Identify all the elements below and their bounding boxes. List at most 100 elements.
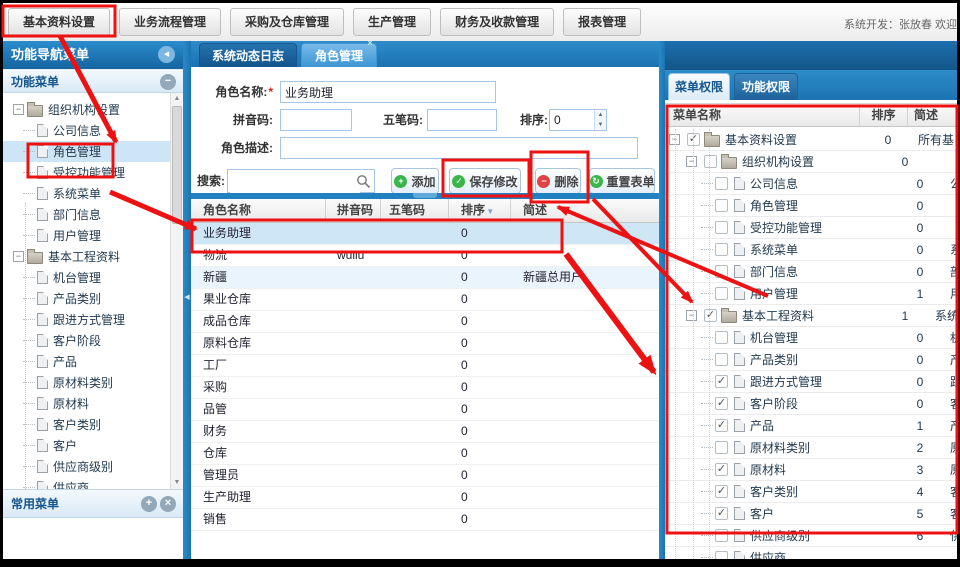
checkbox[interactable]	[715, 529, 728, 542]
top-menu-item[interactable]: 业务流程管理	[119, 8, 221, 36]
checkbox[interactable]: ✓	[715, 485, 728, 498]
scrollbar-thumb[interactable]	[172, 106, 182, 224]
sidebar-tree-item[interactable]: 客户阶段	[3, 330, 170, 351]
sidebar-tree-item[interactable]: 客户类别	[3, 414, 170, 435]
sidebar-section-bar[interactable]: 功能菜单 −	[3, 69, 183, 93]
table-row[interactable]: 果业仓库0	[191, 289, 659, 311]
collapse-all-icon[interactable]: −	[160, 74, 176, 90]
expand-icon[interactable]: −	[13, 104, 24, 115]
pinyin-input[interactable]	[280, 109, 352, 131]
table-row[interactable]: 品管0	[191, 399, 659, 421]
remove-favorite-icon[interactable]: ×	[160, 496, 176, 512]
sidebar-tree-item[interactable]: 用户管理	[3, 225, 170, 246]
sidebar-collapse-icon[interactable]: ◀	[158, 46, 175, 63]
table-row[interactable]: 财务0	[191, 421, 659, 443]
sidebar-scrollbar[interactable]: ▲ ▼	[170, 93, 183, 489]
scroll-up-icon[interactable]: ▲	[171, 93, 183, 105]
sidebar-tree-item[interactable]: 系统菜单	[3, 183, 170, 204]
column-header[interactable]: 角色名称	[191, 199, 326, 222]
column-header[interactable]: 排序	[860, 104, 908, 127]
wubi-input[interactable]	[427, 109, 497, 131]
checkbox[interactable]	[704, 155, 717, 168]
tab-close-icon[interactable]: ×	[367, 39, 373, 49]
column-header[interactable]: 简述	[908, 104, 957, 127]
add-button[interactable]: + 添加	[391, 168, 439, 194]
search-input[interactable]	[230, 171, 360, 193]
checkbox[interactable]	[715, 287, 728, 300]
sidebar-tree-item[interactable]: 原材料	[3, 393, 170, 414]
table-row[interactable]: 管理员0	[191, 465, 659, 487]
checkbox[interactable]: ✓	[715, 375, 728, 388]
column-header[interactable]: 菜单名称	[665, 104, 860, 127]
checkbox[interactable]	[715, 551, 728, 559]
checkbox[interactable]	[715, 441, 728, 454]
sidebar-tree-item[interactable]: 受控功能管理	[3, 162, 170, 183]
expand-icon[interactable]: −	[13, 251, 24, 262]
column-header[interactable]: 简述	[511, 199, 659, 222]
add-favorite-icon[interactable]: +	[141, 496, 157, 512]
checkbox[interactable]: ✓	[715, 419, 728, 432]
top-menu-item[interactable]: 基本资料设置	[8, 8, 110, 36]
table-row[interactable]: 采购0	[191, 377, 659, 399]
sidebar-tree-item[interactable]: 角色管理	[3, 141, 170, 162]
top-menu-item[interactable]: 采购及仓库管理	[230, 8, 344, 36]
sidebar-tree-item[interactable]: 公司信息	[3, 120, 170, 141]
spin-up-icon[interactable]: ▲	[595, 110, 606, 120]
table-row[interactable]: 生产助理0	[191, 487, 659, 509]
sidebar-tree-item[interactable]: 产品	[3, 351, 170, 372]
table-row[interactable]: 原料仓库0	[191, 333, 659, 355]
spin-down-icon[interactable]: ▼	[595, 120, 606, 130]
table-row[interactable]: 成品仓库0	[191, 311, 659, 333]
table-row[interactable]: 销售0	[191, 509, 659, 531]
top-menu-item[interactable]: 报表管理	[563, 8, 641, 36]
table-row[interactable]: 物流wuliu0	[191, 245, 659, 267]
sidebar-tree-item[interactable]: 供应商	[3, 477, 170, 489]
sidebar-tree-item[interactable]: 原材料类别	[3, 372, 170, 393]
checkbox[interactable]: ✓	[715, 463, 728, 476]
sidebar-bottom-bar[interactable]: 常用菜单 + ×	[3, 489, 183, 518]
checkbox[interactable]: ✓	[704, 309, 717, 322]
column-header[interactable]: 拼音码	[326, 199, 381, 222]
reset-button[interactable]: ↻ 重置表单	[589, 168, 655, 194]
checkbox[interactable]	[715, 331, 728, 344]
sidebar-tree-item[interactable]: 部门信息	[3, 204, 170, 225]
top-menu-item[interactable]: 财务及收款管理	[440, 8, 554, 36]
sidebar-tree-item[interactable]: 产品类别	[3, 288, 170, 309]
top-menu-item[interactable]: 生产管理	[353, 8, 431, 36]
sort-spinner[interactable]: ▲▼	[594, 109, 607, 131]
search-icon[interactable]	[356, 174, 371, 189]
sidebar-tree-item[interactable]: 客户	[3, 435, 170, 456]
checkbox[interactable]	[715, 221, 728, 234]
scroll-down-icon[interactable]: ▼	[171, 477, 183, 489]
expand-icon[interactable]: −	[686, 310, 697, 321]
checkbox[interactable]	[715, 177, 728, 190]
checkbox[interactable]	[715, 199, 728, 212]
checkbox[interactable]	[715, 265, 728, 278]
column-header[interactable]: 五笔码	[381, 199, 449, 222]
role-name-input[interactable]	[280, 81, 496, 103]
sidebar-tree-item[interactable]: 供应商级别	[3, 456, 170, 477]
checkbox[interactable]	[715, 353, 728, 366]
table-row[interactable]: 工厂0	[191, 355, 659, 377]
delete-button[interactable]: − 删除	[535, 168, 581, 194]
table-row[interactable]: 仓库0	[191, 443, 659, 465]
save-button[interactable]: ✓ 保存修改	[449, 168, 521, 194]
tab-system-log[interactable]: 系统动态日志	[199, 43, 297, 67]
checkbox[interactable]: ✓	[715, 507, 728, 520]
checkbox[interactable]: ✓	[715, 397, 728, 410]
sidebar-tree-item[interactable]: 机台管理	[3, 267, 170, 288]
sidebar-tree-item[interactable]: −基本工程资料	[3, 246, 170, 267]
role-desc-input[interactable]	[280, 137, 638, 159]
expand-icon[interactable]: −	[686, 156, 697, 167]
collapse-notch-icon[interactable]	[413, 193, 437, 198]
splitter-collapse-icon[interactable]: ◀	[183, 293, 191, 303]
checkbox[interactable]	[715, 243, 728, 256]
sidebar-tree-item[interactable]: −组织机构设置	[3, 99, 170, 120]
sidebar-tree-item[interactable]: 跟进方式管理	[3, 309, 170, 330]
table-row[interactable]: 业务助理0	[191, 223, 659, 245]
table-row[interactable]: 新疆0新疆总用户	[191, 267, 659, 289]
tab-function-permission[interactable]: 功能权限	[734, 73, 798, 100]
tab-role-management[interactable]: 角色管理 ×	[301, 43, 377, 67]
sidebar-splitter[interactable]: ◀	[183, 41, 191, 559]
column-header[interactable]: 排序▾	[449, 199, 511, 222]
